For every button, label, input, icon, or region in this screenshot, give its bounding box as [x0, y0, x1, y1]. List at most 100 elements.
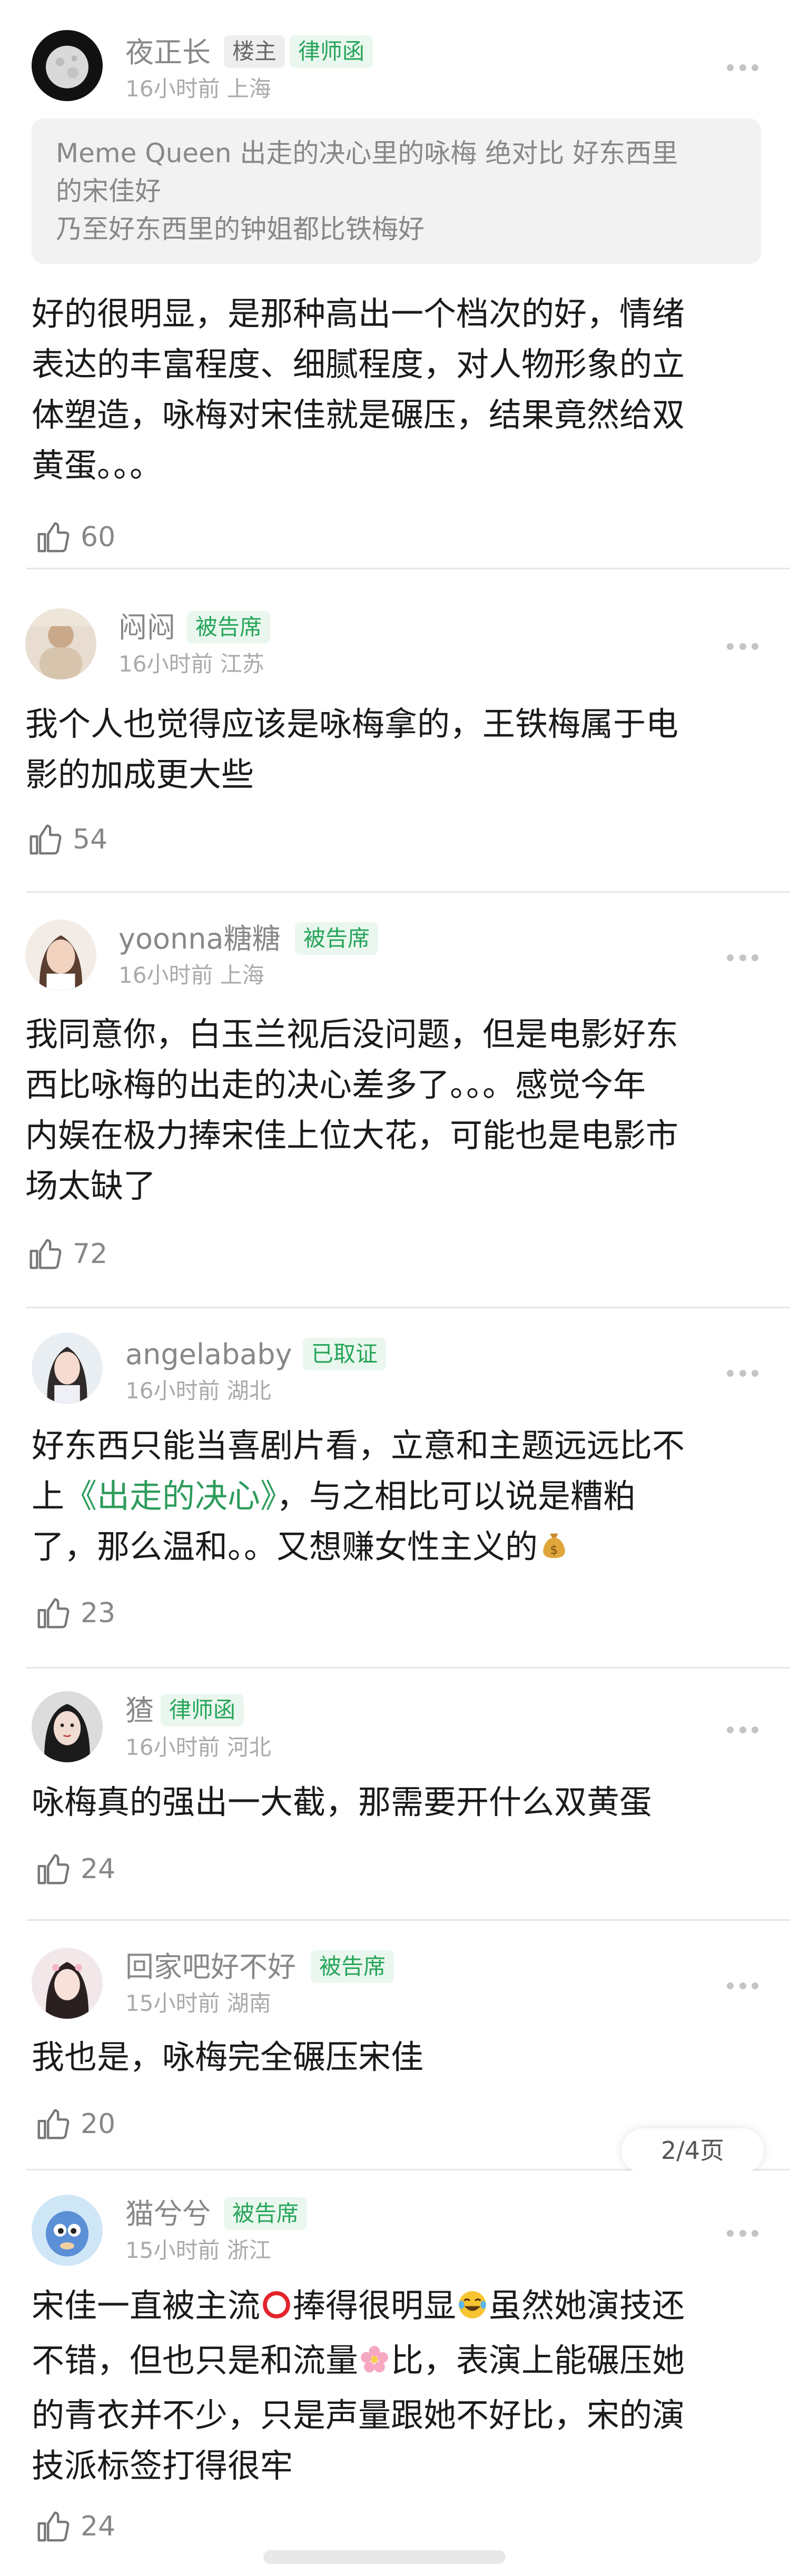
timestamp-location: 16小时前 湖北 [125, 1378, 271, 1404]
divider [26, 1919, 790, 1921]
quoted-reply[interactable]: Meme Queen 出走的决心里的咏梅 绝对比 好东西里 的宋佳好 乃至好东西… [32, 119, 761, 264]
divider [26, 568, 790, 569]
user-name[interactable]: angelababy [125, 1340, 292, 1369]
text-line: 体塑造，咏梅对宋佳就是碾压，结果竟然给双 [32, 396, 685, 434]
divider [26, 1667, 790, 1669]
thumbs-up-icon [37, 1598, 70, 1628]
comment-text: 宋佳一直被主流 捧得很明显 虽然她演技还 不错，但也只是和流量 比，表演上能碾压她 的… [32, 2281, 685, 2491]
timestamp-location: 16小时前 上海 [125, 76, 271, 102]
badge-defendant: 被告席 [187, 611, 271, 644]
text-line: 我个人也觉得应该是咏梅拿的，王铁梅属于电 [25, 705, 679, 743]
user-name[interactable]: 回家吧好不好 [125, 1953, 296, 1981]
timestamp-location: 16小时前 上海 [118, 962, 264, 988]
avatar[interactable] [32, 2195, 103, 2266]
timestamp-location: 16小时前 河北 [125, 1734, 271, 1760]
more-options-icon[interactable] [727, 2228, 758, 2238]
movie-title-link[interactable]: 《出走的决心》 [64, 1477, 276, 1515]
text-span: 虽然她演技还 [489, 2286, 685, 2325]
more-options-icon[interactable] [727, 1980, 758, 1991]
more-options-icon[interactable] [727, 1724, 758, 1735]
badge-defendant: 被告席 [224, 2197, 308, 2230]
badge-lawyer-letter: 律师函 [290, 35, 373, 68]
page-indicator[interactable]: 2/4页 [621, 2128, 764, 2173]
text-line: 不错，但也只是和流量 比，表演上能碾压她 [32, 2335, 685, 2390]
text-line: 表达的丰富程度、细腻程度，对人物形象的立 [32, 345, 685, 383]
more-options-icon[interactable] [727, 1368, 758, 1378]
badge-lawyer-letter: 律师函 [161, 1694, 244, 1726]
user-name[interactable]: 猫兮兮 [125, 2200, 211, 2228]
red-circle-icon [260, 2285, 293, 2335]
comment-text: 好东西只能当喜剧片看，立意和主题远远比不 上《出走的决心》，与之相比可以说是糟粕… [32, 1420, 685, 1576]
comment-3: yoonna糖糖 被告席 16小时前 上海 我同意你，白玉兰视后没问题，但是电影… [0, 893, 790, 1307]
comment-text: 我个人也觉得应该是咏梅拿的，王铁梅属于电 影的加成更大些 [25, 699, 678, 800]
like-count: 54 [73, 824, 108, 855]
comment-5: 猹 律师函 16小时前 河北 咏梅真的强出一大截，那需要开什么双黄蛋 24 [0, 1669, 790, 1919]
like-button[interactable]: 54 [26, 821, 107, 858]
text-line: 上《出走的决心》，与之相比可以说是糟粕 [32, 1471, 685, 1522]
comment-7: 猫兮兮 被告席 15小时前 浙江 宋佳一直被主流 捧得很明显 虽然她演技还 不错，但… [0, 2171, 790, 2576]
more-options-icon[interactable] [727, 62, 758, 73]
timestamp-location: 15小时前 浙江 [125, 2237, 271, 2263]
user-name[interactable]: yoonna糖糖 [118, 925, 281, 953]
user-name[interactable]: 夜正长 [125, 38, 211, 67]
avatar[interactable] [32, 1333, 103, 1404]
text-line: 内娱在极力捧宋佳上位大花，可能也是电影市 [25, 1116, 679, 1154]
comment-text: 我同意你，白玉兰视后没问题，但是电影好东 西比咏梅的出走的决心差多了。。。感觉今… [25, 1009, 678, 1211]
text-line: 好的很明显，是那种高出一个档次的好，情绪 [32, 294, 685, 333]
laughing-tears-icon [456, 2285, 489, 2335]
text-span: 的青衣并不少，只是声量跟她不好比，宋的演 [32, 2396, 685, 2434]
text-span: 好东西只能当喜剧片看，立意和主题远远比不 [32, 1426, 685, 1465]
quote-line: Meme Queen 出走的决心里的咏梅 绝对比 好东西里 [56, 138, 678, 169]
avatar[interactable] [32, 1691, 103, 1762]
more-options-icon[interactable] [727, 641, 758, 652]
text-span: 技派标签打得很牢 [32, 2446, 293, 2485]
like-count: 24 [81, 1853, 116, 1885]
text-line: 我也是，咏梅完全碾压宋佳 [32, 2038, 424, 2076]
thumbs-up-icon [37, 2511, 70, 2542]
text-line: 西比咏梅的出走的决心差多了。。。感觉今年 [25, 1065, 646, 1104]
thumbs-up-icon [37, 2109, 70, 2139]
like-count: 23 [81, 1597, 116, 1629]
avatar[interactable] [25, 608, 96, 679]
more-options-icon[interactable] [727, 952, 758, 963]
divider [26, 1307, 790, 1308]
like-count: 20 [81, 2108, 116, 2140]
badge-evidence: 已取证 [303, 1338, 387, 1370]
timestamp-location: 16小时前 江苏 [118, 651, 264, 677]
comment-text: 我也是，咏梅完全碾压宋佳 [32, 2032, 423, 2082]
avatar[interactable] [32, 30, 103, 101]
text-line: 宋佳一直被主流 捧得很明显 虽然她演技还 [32, 2281, 685, 2335]
like-button[interactable]: 24 [34, 2508, 115, 2545]
text-line: 黄蛋。。。 [32, 446, 163, 485]
text-line: 我同意你，白玉兰视后没问题，但是电影好东 [25, 1015, 679, 1053]
quote-line: 乃至好东西里的钟姐都比铁梅好 [56, 214, 424, 244]
text-span: 了，那么温和。。又想赚女性主义的 [32, 1527, 538, 1566]
badge-op: 楼主 [224, 35, 285, 68]
badge-defendant: 被告席 [311, 1950, 394, 1983]
avatar[interactable] [32, 1948, 103, 2019]
user-name[interactable]: 闷闷 [118, 614, 175, 642]
badge-defendant: 被告席 [295, 922, 379, 955]
user-name[interactable]: 猹 [125, 1696, 154, 1725]
like-button[interactable]: 20 [34, 2106, 115, 2143]
text-span: 捧得很明显 [293, 2286, 457, 2325]
like-button[interactable]: 72 [26, 1236, 107, 1272]
text-span: ，与之相比可以说是糟粕 [276, 1477, 636, 1515]
text-line: 场太缺了 [25, 1167, 156, 1205]
like-button[interactable]: 60 [34, 519, 115, 556]
text-line: 了，那么温和。。又想赚女性主义的 $ [32, 1522, 685, 1576]
quote-line: 的宋佳好 [56, 176, 161, 206]
like-button[interactable]: 23 [34, 1595, 115, 1632]
avatar[interactable] [25, 920, 96, 991]
like-count: 72 [73, 1238, 108, 1270]
text-line: 咏梅真的强出一大截，那需要开什么双黄蛋 [32, 1783, 653, 1821]
text-span: 上 [32, 1477, 65, 1515]
like-button[interactable]: 24 [34, 1851, 115, 1888]
thumbs-up-icon [37, 522, 70, 552]
text-span: 宋佳一直被主流 [32, 2286, 261, 2325]
cherry-blossom-icon [358, 2340, 391, 2390]
svg-text:$: $ [550, 1543, 558, 1557]
comment-text: 好的很明显，是那种高出一个档次的好，情绪 表达的丰富程度、细腻程度，对人物形象的… [32, 289, 685, 491]
timestamp-location: 15小时前 湖南 [125, 1990, 271, 2016]
text-span: 比，表演上能碾压她 [391, 2341, 685, 2380]
